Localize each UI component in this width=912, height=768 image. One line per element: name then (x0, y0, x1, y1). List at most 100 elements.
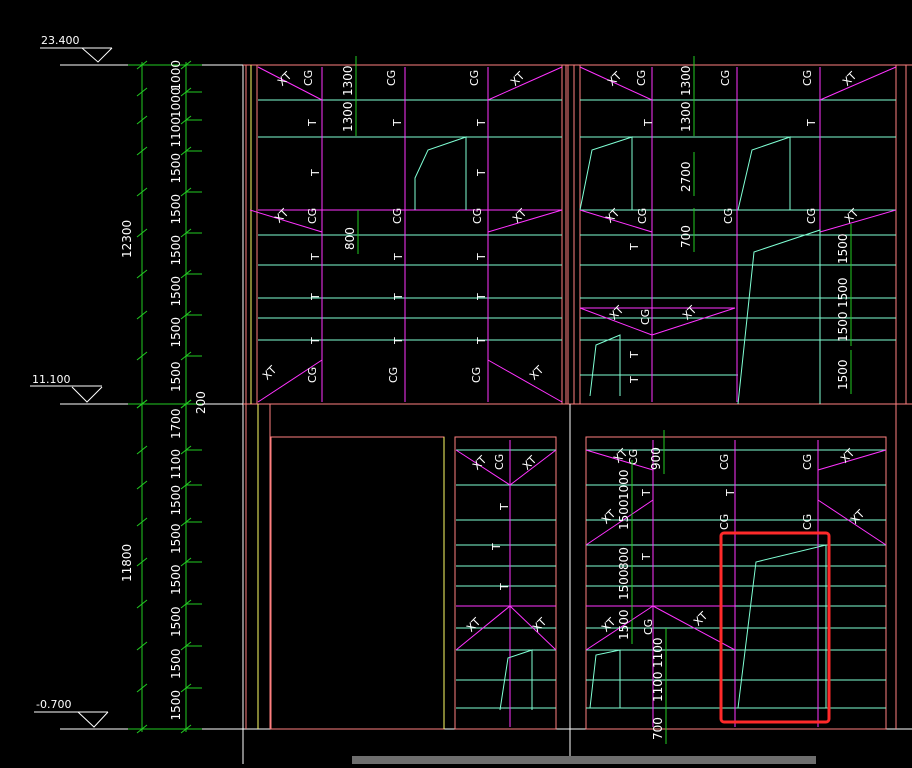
label-tie: CG (801, 70, 814, 86)
label-truss: T (642, 119, 655, 127)
dimension-chain-left (128, 60, 202, 734)
label-tie: CG (801, 514, 814, 530)
lower-dimension-text: 1100 (169, 449, 183, 480)
label-brace: XT (680, 303, 699, 322)
upper-dimension-text: 1500 (169, 317, 183, 348)
level-label-bottom: -0.700 (36, 698, 71, 711)
upper-total-dimension: 12300 (120, 220, 134, 258)
label-tie: CG (642, 619, 655, 635)
label-truss: T (309, 337, 322, 345)
inner-dimension-text: 1500 (617, 499, 631, 530)
inner-dimension-text: 1500 (836, 311, 850, 342)
cad-drawing-canvas[interactable]: 23.400 11.100 -0.700 12300 11800 1000 100… (0, 0, 912, 764)
level-marker-middle: 11.100 (30, 373, 245, 405)
label-tie: CG (468, 70, 481, 86)
label-truss: T (628, 376, 641, 384)
label-brace: XT (260, 363, 279, 382)
label-brace: XT (848, 507, 867, 526)
label-truss: T (475, 119, 488, 127)
lower-dimension-text: 1500 (169, 690, 183, 721)
label-tie: CG (493, 454, 506, 470)
label-brace: XT (275, 69, 294, 88)
label-truss: T (475, 337, 488, 345)
label-truss: T (391, 119, 404, 127)
label-tie: CG (801, 454, 814, 470)
label-tie: CG (387, 367, 400, 383)
brace-member (487, 359, 563, 403)
label-brace: XT (520, 453, 539, 472)
label-brace: XT (464, 615, 483, 634)
label-tie: CG (302, 70, 315, 86)
upper-dimension-text: 1000 (169, 87, 183, 118)
brace-member (487, 66, 563, 101)
lower-dimension-text: 1500 (169, 648, 183, 679)
label-tie: CG (636, 208, 649, 224)
inner-dimension-text: 1300 (341, 65, 355, 96)
label-brace: XT (272, 206, 291, 225)
label-brace: XT (527, 363, 546, 382)
label-truss: T (628, 351, 641, 359)
label-truss: T (475, 293, 488, 301)
label-tie: CG (718, 454, 731, 470)
lower-dimension-text: 1500 (169, 606, 183, 637)
label-brace: XT (508, 69, 527, 88)
outer-frame (242, 64, 912, 764)
level-marker-top: 23.400 (40, 34, 245, 66)
gap-dimension-text: 200 (194, 391, 208, 414)
inner-dimension-text: 1500 (836, 233, 850, 264)
lower-total-dimension: 11800 (120, 544, 134, 582)
label-truss: T (392, 337, 405, 345)
label-truss: T (498, 503, 511, 511)
horizontal-scrollbar[interactable] (352, 756, 816, 764)
inner-dimension-text: 700 (651, 717, 665, 740)
inner-dimensions: 1300 1300 800 1300 1300 2700 700 1500 1500 1500 15… (341, 56, 852, 744)
label-brace: XT (603, 206, 622, 225)
label-truss: T (392, 293, 405, 301)
inner-dimension-text: 1500 (617, 569, 631, 600)
inner-dimension-text: 1300 (679, 65, 693, 96)
label-tie: CG (805, 208, 818, 224)
label-tie: CG (391, 208, 404, 224)
label-tie: CG (470, 367, 483, 383)
label-truss: T (724, 489, 737, 497)
inner-dimension-text: 1500 (836, 277, 850, 308)
label-tie: CG (719, 70, 732, 86)
label-brace: XT (691, 609, 710, 628)
label-truss: T (475, 253, 488, 261)
label-truss: T (309, 169, 322, 177)
label-truss: T (490, 543, 503, 551)
label-tie: CG (471, 208, 484, 224)
upper-dimension-text: 1500 (169, 153, 183, 184)
lower-dimension-text: 1500 (169, 564, 183, 595)
upper-dimension-text: 1000 (169, 60, 183, 91)
upper-dimension-text: 1500 (169, 235, 183, 266)
inner-dimension-text: 1500 (617, 609, 631, 640)
label-tie: CG (306, 208, 319, 224)
inner-dimension-text: 1500 (836, 359, 850, 390)
lower-dimension-text: 1500 (169, 523, 183, 554)
inner-dimension-text: 1300 (679, 101, 693, 132)
label-brace: XT (842, 206, 861, 225)
inner-dimension-text: 700 (679, 225, 693, 248)
label-truss: T (640, 489, 653, 497)
upper-dimension-text: 1100 (169, 117, 183, 148)
label-brace: XT (530, 615, 549, 634)
label-truss: T (628, 243, 641, 251)
label-truss: T (392, 253, 405, 261)
upper-dimension-text: 1500 (169, 276, 183, 307)
inner-dimension-text: 1300 (341, 101, 355, 132)
lower-dimension-text: 1700 (169, 408, 183, 439)
label-truss: T (498, 583, 511, 591)
upper-dimension-text: 1500 (169, 361, 183, 392)
label-tie: CG (722, 208, 735, 224)
level-label-top: 23.400 (41, 34, 80, 47)
lower-dimension-text: 1500 (169, 485, 183, 516)
label-brace: XT (840, 69, 859, 88)
label-truss: T (805, 119, 818, 127)
label-tie: CG (385, 70, 398, 86)
label-brace: XT (599, 615, 618, 634)
inner-dimension-text: 1100 (651, 637, 665, 668)
label-truss: T (640, 553, 653, 561)
label-tie: CG (627, 449, 640, 465)
label-brace: XT (599, 507, 618, 526)
